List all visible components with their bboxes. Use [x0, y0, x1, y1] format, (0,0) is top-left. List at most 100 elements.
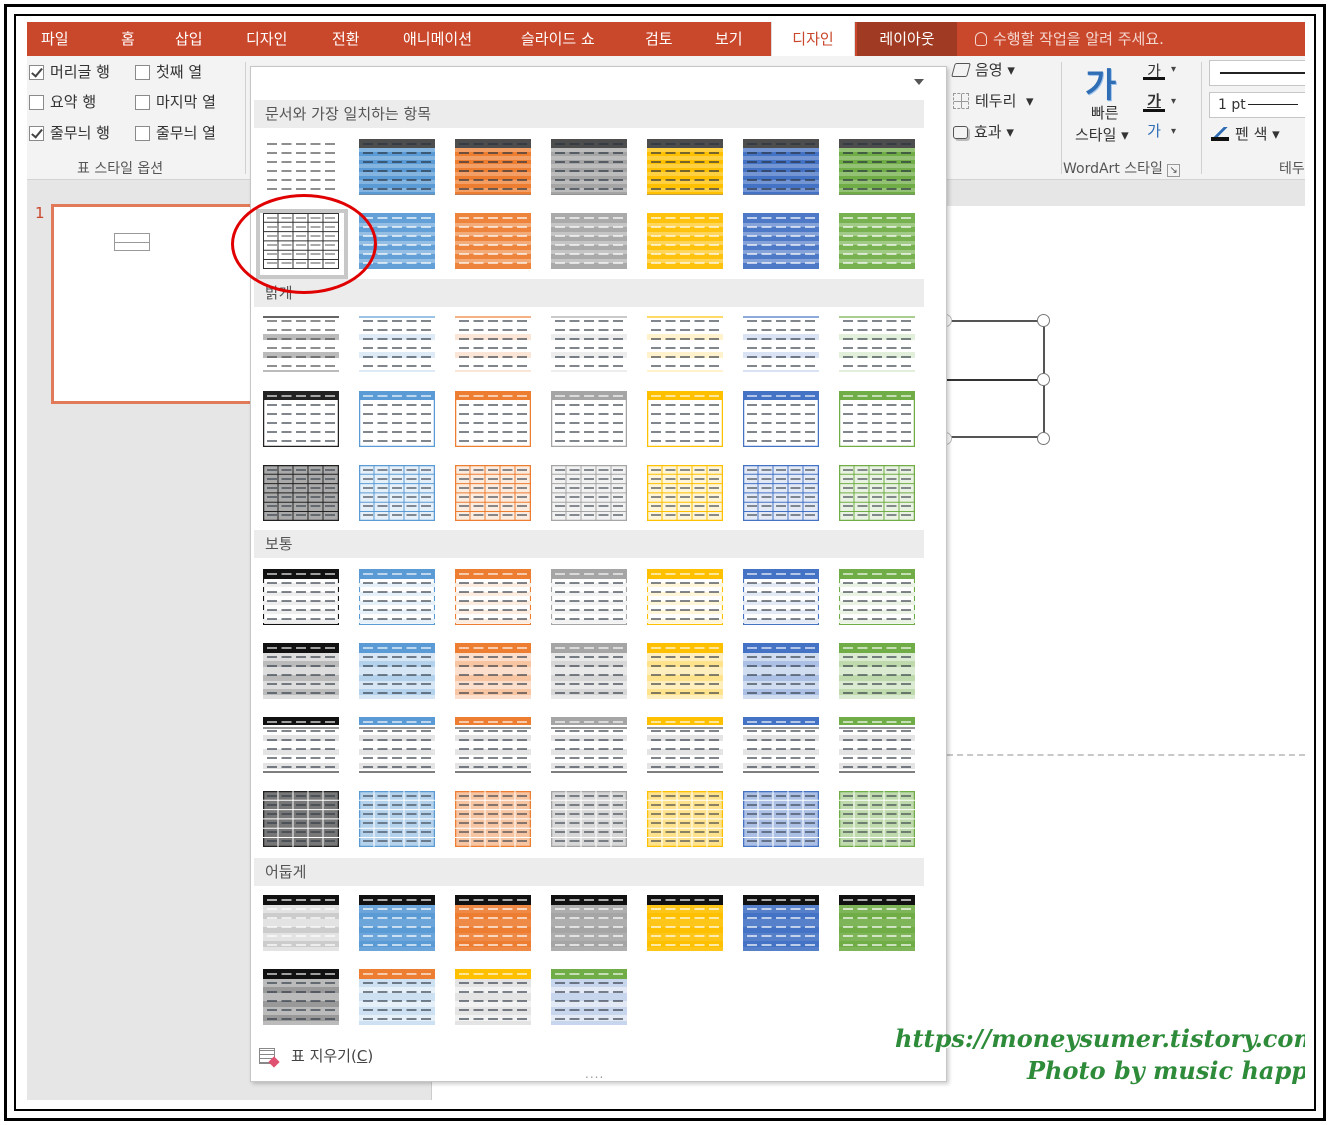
table-style-swatch[interactable]: [263, 391, 339, 447]
table-style-swatch[interactable]: [839, 465, 915, 521]
tab-design[interactable]: 디자인: [246, 22, 287, 56]
table-style-swatch[interactable]: [647, 391, 723, 447]
table-style-swatch[interactable]: [455, 895, 531, 951]
table-style-swatch[interactable]: [839, 717, 915, 773]
checkbox-banded-columns[interactable]: [135, 126, 150, 141]
table-style-swatch[interactable]: [263, 569, 339, 625]
table-style-swatch[interactable]: [743, 569, 819, 625]
text-effects-icon[interactable]: 가: [1143, 120, 1165, 142]
table-style-swatch[interactable]: [263, 969, 339, 1025]
table-style-swatch[interactable]: [743, 139, 819, 195]
table-style-swatch[interactable]: [551, 569, 627, 625]
table-style-swatch[interactable]: [263, 791, 339, 847]
tell-me-box[interactable]: 수행할 작업을 알려 주세요.: [975, 22, 1164, 56]
table-style-swatch[interactable]: [359, 643, 435, 699]
table-style-swatch[interactable]: [455, 717, 531, 773]
table-style-swatch[interactable]: [647, 643, 723, 699]
dialog-launcher-icon[interactable]: ↘: [1167, 164, 1180, 177]
option-total-row[interactable]: 요약 행: [29, 92, 96, 112]
checkbox-total-row[interactable]: [29, 95, 44, 110]
option-last-column[interactable]: 마지막 열: [135, 92, 216, 112]
checkbox-header-row[interactable]: [29, 65, 44, 80]
table-style-swatch[interactable]: [455, 139, 531, 195]
table-style-swatch[interactable]: [647, 791, 723, 847]
tab-table-layout[interactable]: 레이아웃: [857, 22, 957, 56]
table-style-swatch[interactable]: [455, 316, 531, 372]
table-style-swatch[interactable]: [455, 791, 531, 847]
table-style-swatch[interactable]: [359, 717, 435, 773]
pen-weight-select[interactable]: 1 pt: [1209, 92, 1305, 118]
tab-file[interactable]: 파일: [41, 22, 69, 56]
chevron-down-icon[interactable]: ▾: [1171, 96, 1176, 107]
table-style-swatch[interactable]: [359, 969, 435, 1025]
resize-grip[interactable]: ....: [585, 1067, 604, 1081]
tab-view[interactable]: 보기: [715, 22, 743, 56]
table-style-swatch[interactable]: [839, 213, 915, 269]
table-style-swatch[interactable]: [359, 569, 435, 625]
tab-home[interactable]: 홈: [121, 22, 135, 56]
table-style-swatch[interactable]: [743, 391, 819, 447]
table-style-swatch[interactable]: [839, 643, 915, 699]
chevron-down-icon[interactable]: ▾: [1171, 64, 1176, 75]
table-style-swatch[interactable]: [455, 569, 531, 625]
table-style-swatch[interactable]: [359, 465, 435, 521]
checkbox-last-column[interactable]: [135, 95, 150, 110]
table-style-swatch[interactable]: [551, 391, 627, 447]
table-style-swatch[interactable]: [263, 643, 339, 699]
shading-button[interactable]: 음영 ▾: [951, 60, 1015, 80]
table-style-swatch[interactable]: [839, 139, 915, 195]
text-outline-icon[interactable]: 가: [1143, 90, 1165, 112]
text-fill-icon[interactable]: 가: [1143, 60, 1165, 80]
table-style-swatch[interactable]: [743, 717, 819, 773]
table-style-swatch[interactable]: [839, 569, 915, 625]
table-style-swatch[interactable]: [647, 717, 723, 773]
checkbox-banded-rows[interactable]: [29, 126, 44, 141]
table-style-swatch[interactable]: [743, 895, 819, 951]
table-object[interactable]: [945, 320, 1045, 438]
tab-transitions[interactable]: 전환: [332, 22, 360, 56]
table-style-swatch[interactable]: [455, 213, 531, 269]
table-style-swatch[interactable]: [359, 139, 435, 195]
table-style-swatch[interactable]: [743, 316, 819, 372]
table-style-swatch[interactable]: [359, 791, 435, 847]
table-style-swatch[interactable]: [647, 213, 723, 269]
table-style-swatch[interactable]: [551, 213, 627, 269]
option-header-row[interactable]: 머리글 행: [29, 62, 110, 82]
table-style-swatch[interactable]: [263, 465, 339, 521]
checkbox-first-column[interactable]: [135, 65, 150, 80]
resize-handle[interactable]: [1037, 432, 1050, 445]
table-style-swatch[interactable]: [359, 895, 435, 951]
chevron-down-icon[interactable]: [914, 79, 924, 85]
tab-slideshow[interactable]: 슬라이드 쇼: [521, 22, 595, 56]
slide-thumbnail[interactable]: [51, 204, 256, 404]
tab-insert[interactable]: 삽입: [175, 22, 203, 56]
option-banded-rows[interactable]: 줄무늬 행: [29, 123, 110, 143]
option-banded-columns[interactable]: 줄무늬 열: [135, 123, 216, 143]
table-style-swatch[interactable]: [647, 139, 723, 195]
table-style-swatch[interactable]: [263, 316, 339, 372]
tab-review[interactable]: 검토: [645, 22, 673, 56]
table-style-swatch[interactable]: [551, 465, 627, 521]
table-style-swatch[interactable]: [551, 139, 627, 195]
pen-color-button[interactable]: 펜 색 ▾: [1211, 124, 1280, 144]
chevron-down-icon[interactable]: ▾: [1171, 126, 1176, 137]
table-style-swatch[interactable]: [455, 465, 531, 521]
clear-table-button[interactable]: 표 지우기(C): [259, 1044, 373, 1068]
table-style-swatch[interactable]: [455, 391, 531, 447]
table-style-swatch[interactable]: [551, 316, 627, 372]
table-style-swatch[interactable]: [359, 391, 435, 447]
table-style-swatch[interactable]: [647, 569, 723, 625]
quick-styles-label-2[interactable]: 스타일 ▾: [1075, 124, 1129, 145]
effects-button[interactable]: 효과 ▾: [953, 122, 1014, 142]
resize-handle[interactable]: [1037, 314, 1050, 327]
table-style-swatch[interactable]: [839, 895, 915, 951]
table-style-swatch[interactable]: [551, 791, 627, 847]
table-style-swatch[interactable]: [647, 465, 723, 521]
resize-handle[interactable]: [1037, 373, 1050, 386]
quick-styles-icon[interactable]: 가: [1085, 58, 1116, 107]
table-style-swatch[interactable]: [743, 791, 819, 847]
option-first-column[interactable]: 첫째 열: [135, 62, 202, 82]
table-style-swatch[interactable]: [551, 895, 627, 951]
pen-style-select[interactable]: [1209, 60, 1305, 86]
table-style-swatch[interactable]: [551, 717, 627, 773]
